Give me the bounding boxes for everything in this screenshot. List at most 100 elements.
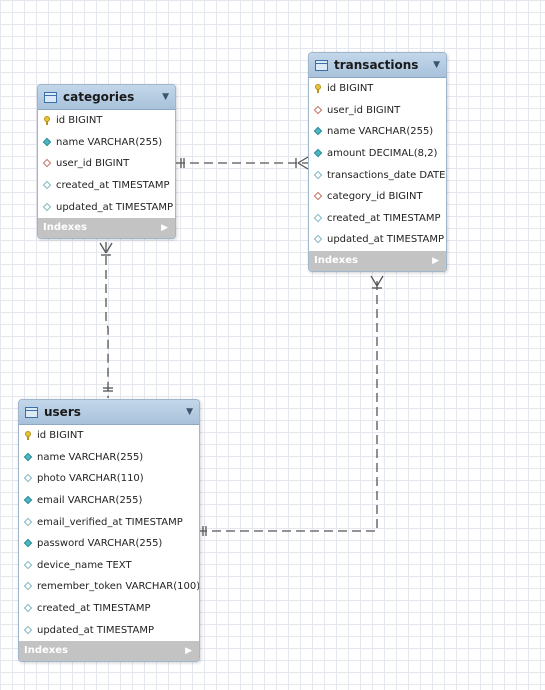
column-label: email_verified_at TIMESTAMP (37, 516, 183, 528)
column-label: user_id BIGINT (327, 104, 401, 116)
entity-categories[interactable]: categories ▼ id BIGINT name VARCHAR(255)… (37, 84, 176, 239)
column-row[interactable]: created_at TIMESTAMP (38, 175, 175, 197)
relationship-users-transactions[interactable] (198, 276, 378, 532)
column-label: device_name TEXT (37, 559, 132, 571)
column-label: created_at TIMESTAMP (37, 603, 151, 615)
not-null-column-icon (24, 496, 33, 505)
relationship-users-categories[interactable] (105, 242, 109, 398)
nullable-column-icon (24, 561, 33, 570)
column-row[interactable]: photo VARCHAR(110) (19, 468, 199, 490)
nullable-column-icon (314, 171, 323, 180)
nullable-column-icon (24, 518, 33, 527)
foreign-key-icon (314, 106, 323, 115)
not-null-column-icon (24, 453, 33, 462)
column-label: name VARCHAR(255) (327, 126, 434, 138)
column-row[interactable]: id BIGINT (38, 110, 175, 132)
column-label: id BIGINT (56, 115, 103, 127)
collapse-triangle-icon[interactable]: ▼ (186, 407, 193, 417)
column-row[interactable]: updated_at TIMESTAMP (19, 619, 199, 641)
column-row[interactable]: updated_at TIMESTAMP (309, 229, 446, 251)
column-label: id BIGINT (37, 430, 84, 442)
foreign-key-icon (314, 192, 323, 201)
column-row[interactable]: updated_at TIMESTAMP (38, 196, 175, 218)
not-null-column-icon (43, 138, 52, 147)
column-row[interactable]: amount DECIMAL(8,2) (309, 143, 446, 165)
column-label: amount DECIMAL(8,2) (327, 148, 438, 160)
table-icon (315, 59, 328, 71)
column-label: photo VARCHAR(110) (37, 473, 144, 485)
column-row[interactable]: user_id BIGINT (309, 100, 446, 122)
indexes-section[interactable]: Indexes ▶ (19, 640, 199, 661)
indexes-label: Indexes (314, 255, 358, 267)
column-label: email VARCHAR(255) (37, 495, 143, 507)
column-row[interactable]: user_id BIGINT (38, 153, 175, 175)
table-icon (25, 406, 38, 418)
nullable-column-icon (24, 626, 33, 635)
column-label: category_id BIGINT (327, 191, 423, 203)
nullable-column-icon (314, 214, 323, 223)
expand-arrow-icon[interactable]: ▶ (185, 646, 192, 656)
column-row[interactable]: name VARCHAR(255) (309, 121, 446, 143)
entity-header[interactable]: transactions ▼ (309, 53, 446, 78)
primary-key-icon (24, 431, 33, 441)
nullable-column-icon (24, 604, 33, 613)
indexes-section[interactable]: Indexes ▶ (309, 250, 446, 271)
column-row[interactable]: category_id BIGINT (309, 186, 446, 208)
nullable-column-icon (314, 235, 323, 244)
entity-title: users (44, 405, 81, 419)
column-row[interactable]: name VARCHAR(255) (38, 132, 175, 154)
expand-arrow-icon[interactable]: ▶ (161, 223, 168, 233)
not-null-column-icon (314, 149, 323, 158)
primary-key-icon (314, 84, 323, 94)
column-row[interactable]: email VARCHAR(255) (19, 490, 199, 512)
indexes-label: Indexes (24, 645, 68, 657)
entity-users[interactable]: users ▼ id BIGINT name VARCHAR(255) phot… (18, 399, 200, 662)
crowfoot-marker (370, 275, 378, 287)
crowfoot-marker (376, 275, 384, 287)
column-label: updated_at TIMESTAMP (327, 234, 444, 246)
nullable-column-icon (24, 474, 33, 483)
crowfoot-marker (297, 156, 309, 164)
column-label: created_at TIMESTAMP (327, 212, 441, 224)
indexes-section[interactable]: Indexes ▶ (38, 217, 175, 238)
column-label: updated_at TIMESTAMP (56, 201, 173, 213)
column-row[interactable]: id BIGINT (309, 78, 446, 100)
collapse-triangle-icon[interactable]: ▼ (433, 60, 440, 70)
collapse-triangle-icon[interactable]: ▼ (162, 92, 169, 102)
not-null-column-icon (24, 539, 33, 548)
column-label: transactions_date DATE (327, 169, 446, 181)
expand-arrow-icon[interactable]: ▶ (432, 256, 439, 266)
column-row[interactable]: created_at TIMESTAMP (309, 208, 446, 230)
column-label: password VARCHAR(255) (37, 538, 163, 550)
indexes-label: Indexes (43, 222, 87, 234)
column-row[interactable]: remember_token VARCHAR(100) (19, 576, 199, 598)
entity-title: transactions (334, 58, 419, 72)
entity-transactions[interactable]: transactions ▼ id BIGINT user_id BIGINT … (308, 52, 447, 272)
column-row[interactable]: transactions_date DATE (309, 164, 446, 186)
column-label: name VARCHAR(255) (37, 451, 144, 463)
nullable-column-icon (24, 582, 33, 591)
column-label: user_id BIGINT (56, 158, 130, 170)
column-row[interactable]: id BIGINT (19, 425, 199, 447)
table-icon (44, 91, 57, 103)
foreign-key-icon (43, 159, 52, 168)
entity-title: categories (63, 90, 135, 104)
column-label: name VARCHAR(255) (56, 136, 163, 148)
nullable-column-icon (43, 181, 52, 190)
nullable-column-icon (43, 203, 52, 212)
entity-header[interactable]: categories ▼ (38, 85, 175, 110)
crowfoot-marker (99, 242, 107, 254)
primary-key-icon (43, 116, 52, 126)
column-row[interactable]: name VARCHAR(255) (19, 447, 199, 469)
column-row[interactable]: created_at TIMESTAMP (19, 598, 199, 620)
crowfoot-marker (297, 162, 309, 170)
column-row[interactable]: password VARCHAR(255) (19, 533, 199, 555)
column-row[interactable]: device_name TEXT (19, 555, 199, 577)
crowfoot-marker (105, 242, 113, 254)
column-row[interactable]: email_verified_at TIMESTAMP (19, 511, 199, 533)
column-label: remember_token VARCHAR(100) (37, 581, 200, 593)
column-label: created_at TIMESTAMP (56, 180, 170, 192)
column-label: updated_at TIMESTAMP (37, 624, 154, 636)
entity-header[interactable]: users ▼ (19, 400, 199, 425)
not-null-column-icon (314, 127, 323, 136)
